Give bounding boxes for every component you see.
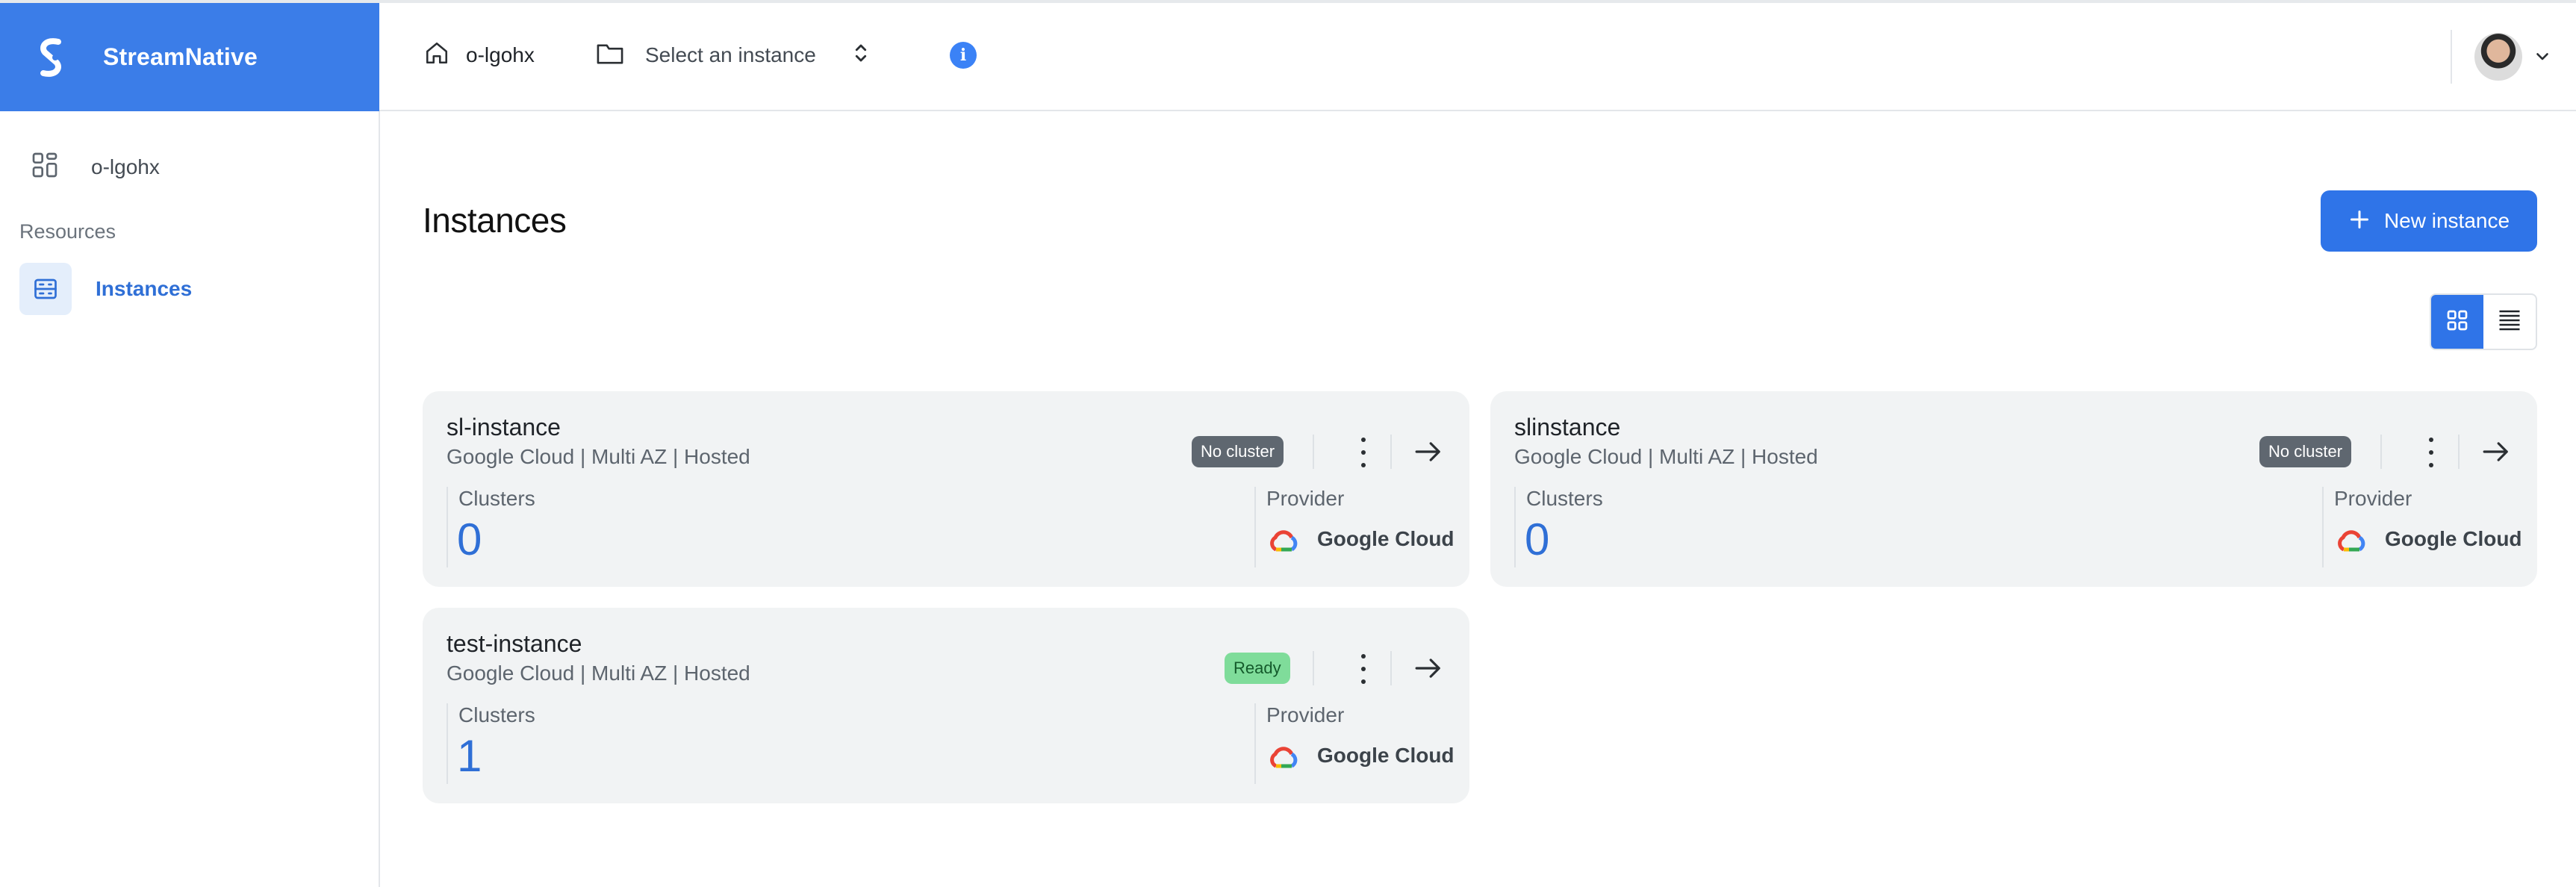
breadcrumb-org-label: o-lgohx (466, 43, 535, 66)
card-divider (1313, 651, 1314, 685)
instance-meta: Google Cloud | Multi AZ | Hosted (447, 445, 750, 468)
breadcrumb-org[interactable]: o-lgohx (424, 40, 535, 69)
card-divider (2458, 435, 2460, 469)
instance-card[interactable]: test-instance Google Cloud | Multi AZ | … (423, 608, 1469, 803)
provider-divider (2322, 487, 2324, 567)
chevron-down-icon[interactable] (2533, 46, 2552, 69)
arrow-right-icon[interactable] (2482, 439, 2510, 468)
provider-name: Google Cloud (1317, 527, 1455, 550)
header-divider (2451, 30, 2452, 84)
instance-selector-label: Select an instance (645, 43, 816, 66)
grid-view-icon (2445, 308, 2469, 336)
clusters-divider (1514, 487, 1516, 567)
google-cloud-logo-icon (2334, 529, 2368, 558)
status-badge: No cluster (2259, 436, 2352, 467)
card-divider (1313, 435, 1314, 469)
sidebar-item-label: Instances (96, 277, 193, 300)
sidebar: o-lgohx Resources Instances (0, 111, 380, 887)
provider-name: Google Cloud (1317, 744, 1455, 767)
google-cloud-logo-icon (1266, 745, 1301, 774)
status-badge: Ready (1225, 653, 1290, 684)
instance-meta: Google Cloud | Multi AZ | Hosted (447, 662, 750, 685)
app-root: StreamNative o-lgohx Select an instance (0, 0, 2576, 887)
instance-name[interactable]: sl-instance (447, 414, 561, 441)
clusters-label: Clusters (458, 703, 535, 726)
sidebar-org-label: o-lgohx (91, 155, 160, 178)
home-icon (424, 40, 449, 69)
server-icon (19, 263, 72, 315)
page-title: Instances (423, 201, 567, 240)
grid-view-button[interactable] (2431, 295, 2483, 349)
card-divider (1390, 651, 1392, 685)
brand-header[interactable]: StreamNative (0, 3, 379, 111)
plus-icon (2348, 208, 2371, 234)
provider-name: Google Cloud (2385, 527, 2522, 550)
view-toggle (2430, 293, 2537, 350)
instance-name[interactable]: slinstance (1514, 414, 1620, 441)
new-instance-label: New instance (2383, 209, 2510, 232)
provider-label: Provider (2334, 487, 2412, 510)
kebab-menu-icon[interactable] (1357, 438, 1369, 467)
info-icon[interactable]: i (950, 42, 977, 69)
sidebar-item-instances[interactable]: Instances (19, 263, 192, 315)
arrow-right-icon[interactable] (1414, 656, 1443, 685)
status-badge: No cluster (1192, 436, 1284, 467)
instance-card[interactable]: sl-instance Google Cloud | Multi AZ | Ho… (423, 391, 1469, 587)
provider-label: Provider (1266, 487, 1345, 510)
brand-name: StreamNative (103, 43, 258, 70)
instance-card[interactable]: slinstance Google Cloud | Multi AZ | Hos… (1490, 391, 2537, 587)
provider-divider (1254, 703, 1256, 784)
clusters-divider (447, 703, 448, 784)
sidebar-section-title: Resources (19, 220, 116, 243)
new-instance-button[interactable]: New instance (2321, 190, 2537, 252)
user-avatar[interactable] (2474, 33, 2522, 81)
list-view-icon (2496, 307, 2523, 337)
clusters-label: Clusters (1526, 487, 1603, 510)
card-divider (1390, 435, 1392, 469)
top-header: o-lgohx Select an instance i (379, 3, 2576, 111)
instance-selector[interactable]: Select an instance (596, 40, 868, 69)
clusters-count: 1 (457, 731, 482, 781)
sidebar-item-org[interactable]: o-lgohx (30, 150, 160, 184)
clusters-count: 0 (457, 514, 482, 564)
clusters-label: Clusters (458, 487, 535, 510)
arrow-right-icon[interactable] (1414, 439, 1443, 468)
google-cloud-logo-icon (1266, 529, 1301, 558)
provider-divider (1254, 487, 1256, 567)
list-view-button[interactable] (2483, 295, 2536, 349)
instance-meta: Google Cloud | Multi AZ | Hosted (1514, 445, 1818, 468)
streamnative-logo-icon (33, 34, 69, 81)
instance-name[interactable]: test-instance (447, 630, 582, 658)
kebab-menu-icon[interactable] (2425, 438, 2437, 467)
chevron-up-down-icon (853, 42, 868, 68)
clusters-divider (447, 487, 448, 567)
card-divider (2380, 435, 2382, 469)
kebab-menu-icon[interactable] (1357, 654, 1369, 684)
clusters-count: 0 (1525, 514, 1550, 564)
provider-label: Provider (1266, 703, 1345, 726)
grid-dashboard-icon (30, 150, 60, 184)
folder-icon (596, 40, 624, 69)
